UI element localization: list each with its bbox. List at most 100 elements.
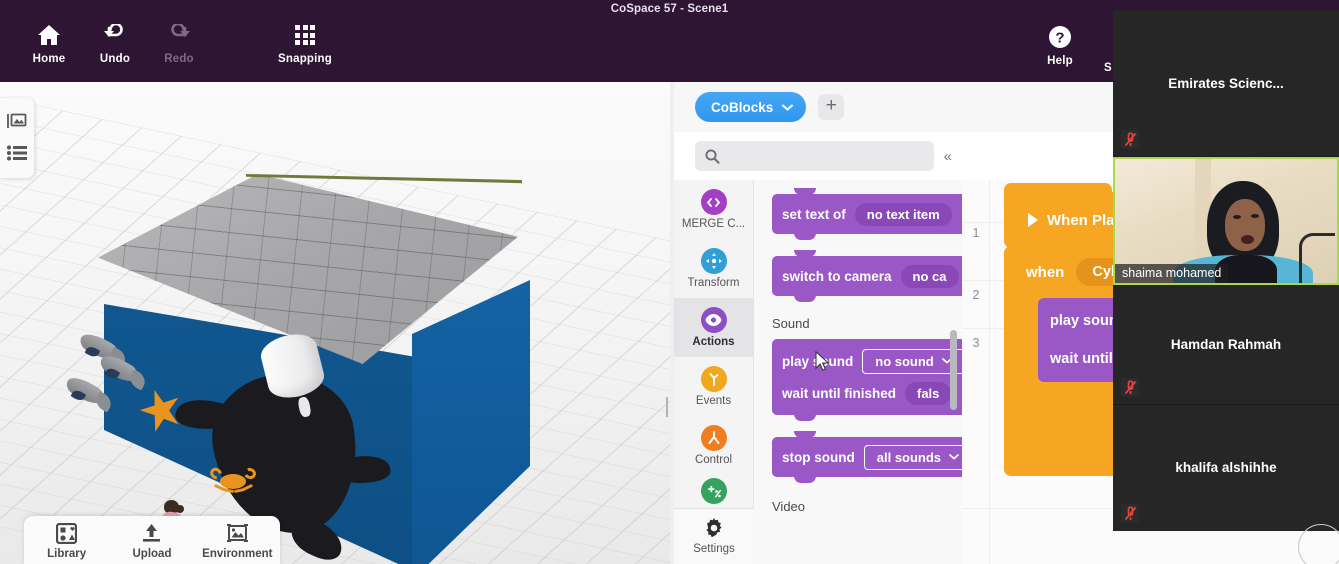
block-palette[interactable]: set text of no text item switch to camer… (754, 180, 962, 564)
line-number-gutter: 1 2 3 (962, 180, 990, 564)
dropdown-value: all sounds (876, 449, 942, 465)
category-control-label: Control (694, 454, 733, 466)
help-button[interactable]: ? Help (1032, 24, 1088, 82)
add-tab-button[interactable]: + (818, 94, 845, 120)
block-label: stop sound (782, 449, 855, 465)
mic-muted-icon (1121, 504, 1139, 522)
environment-icon (226, 522, 249, 544)
redo-button[interactable]: Redo (140, 22, 218, 80)
scene-objects (0, 82, 670, 564)
palette-scrollbar[interactable] (950, 330, 957, 410)
category-transform[interactable]: Transform (674, 239, 753, 298)
palette-search-row: « (674, 132, 962, 180)
search-input[interactable] (727, 149, 924, 163)
participant-name: shaima mohamed (1115, 264, 1229, 283)
category-transform-label: Transform (687, 277, 740, 289)
background-chair (1299, 233, 1335, 283)
participant-name: Emirates Scienc... (1168, 75, 1284, 91)
gear-icon (703, 518, 725, 540)
environment-button[interactable]: Environment (195, 522, 280, 560)
viewport-bottom-toolbar: Library Upload Environment (24, 516, 280, 564)
block-bool-value[interactable]: fals (905, 381, 952, 405)
library-icon (56, 522, 78, 544)
home-label: Home (32, 53, 66, 65)
mic-muted-icon (1121, 130, 1139, 148)
category-control[interactable]: Control (674, 416, 753, 475)
category-settings[interactable]: Settings (674, 508, 754, 564)
upload-label: Upload (132, 548, 172, 560)
upload-icon (141, 522, 162, 544)
transform-icon (700, 248, 727, 274)
block-label: wait until finished (782, 385, 896, 401)
search-icon (705, 148, 720, 164)
participant-tile[interactable]: Emirates Scienc... (1113, 10, 1339, 157)
undo-icon (102, 22, 128, 48)
play-triangle-icon (1028, 213, 1038, 227)
participant-eye (1251, 214, 1259, 218)
palette-group-sound: Sound (772, 316, 810, 331)
block-dropdown-stop-sound[interactable]: all sounds (863, 444, 962, 470)
panel-resize-handle[interactable] (666, 396, 670, 418)
truncated-toolbar-label[interactable]: S (1104, 62, 1113, 74)
home-icon (37, 22, 61, 48)
block-dropdown-value[interactable]: no text item (854, 202, 952, 226)
block-dropdown-sound[interactable]: no sound (862, 348, 962, 374)
dropdown-value: no sound (875, 353, 934, 369)
category-actions-label: Actions (692, 336, 735, 348)
block-label: switch to camera (782, 268, 892, 284)
collapse-palette-button[interactable]: « (944, 148, 954, 165)
math-icon (700, 477, 727, 504)
eye-icon (700, 307, 727, 333)
crab-object[interactable] (207, 464, 258, 498)
participant-tile[interactable]: khalifa alshihhe (1113, 405, 1339, 530)
control-icon (700, 425, 727, 451)
palette-group-video: Video (772, 499, 806, 514)
redo-label: Redo (164, 53, 194, 65)
coblocks-tab[interactable]: CoBlocks (695, 92, 807, 122)
code-icon (700, 189, 727, 215)
viewport-left-rail (0, 98, 34, 178)
undo-label: Undo (99, 53, 131, 65)
palette-block-play-sound[interactable]: play sound no sound wait until finished … (772, 339, 962, 421)
palette-block-set-text-of[interactable]: set text of no text item (772, 188, 962, 240)
participant-name: Hamdan Rahmah (1170, 337, 1282, 352)
scenes-icon[interactable] (7, 111, 27, 131)
help-circle-icon: ? (1048, 24, 1072, 50)
participant-mouth (1241, 235, 1254, 244)
category-actions[interactable]: Actions (674, 298, 753, 357)
event-icon (700, 366, 727, 392)
participant-tile-active[interactable]: shaima mohamed (1113, 157, 1339, 285)
category-merge-c[interactable]: MERGE C... (674, 180, 753, 239)
participant-tile[interactable]: Hamdan Rahmah (1113, 285, 1339, 405)
library-label: Library (47, 548, 87, 560)
3d-viewport[interactable] (0, 82, 670, 564)
snapping-label: Snapping (278, 53, 332, 65)
category-events[interactable]: Events (674, 357, 753, 416)
svg-text:?: ? (1055, 30, 1064, 47)
chevron-down-icon (949, 454, 959, 460)
search-box[interactable] (695, 141, 934, 171)
block-label: set text of (782, 206, 846, 222)
grid-icon (295, 22, 315, 48)
mic-muted-icon (1121, 378, 1139, 396)
palette-block-stop-sound[interactable]: stop sound all sounds (772, 431, 962, 483)
settings-label: Settings (693, 543, 735, 555)
participant-eye (1233, 215, 1241, 219)
list-icon[interactable] (7, 145, 27, 165)
stone-cube-right-face[interactable] (412, 280, 530, 564)
upload-button[interactable]: Upload (109, 522, 194, 560)
library-button[interactable]: Library (24, 522, 109, 560)
category-math[interactable] (674, 475, 753, 509)
category-events-label: Events (695, 395, 732, 407)
participant-name: khalifa alshihhe (1175, 460, 1277, 475)
category-rail: MERGE C... Transform Actions Events Cont… (674, 180, 754, 564)
line-number: 2 (972, 288, 980, 302)
palette-block-switch-to-camera[interactable]: switch to camera no ca (772, 250, 962, 302)
line-number: 1 (972, 226, 980, 240)
block-dropdown-value[interactable]: no ca (900, 264, 959, 288)
coblocks-tab-label: CoBlocks (711, 99, 774, 115)
snapping-button[interactable]: Snapping (266, 22, 344, 80)
view-compass-gizmo[interactable] (1298, 524, 1339, 564)
mouse-cursor (815, 351, 829, 371)
category-merge-c-label: MERGE C... (681, 218, 746, 230)
